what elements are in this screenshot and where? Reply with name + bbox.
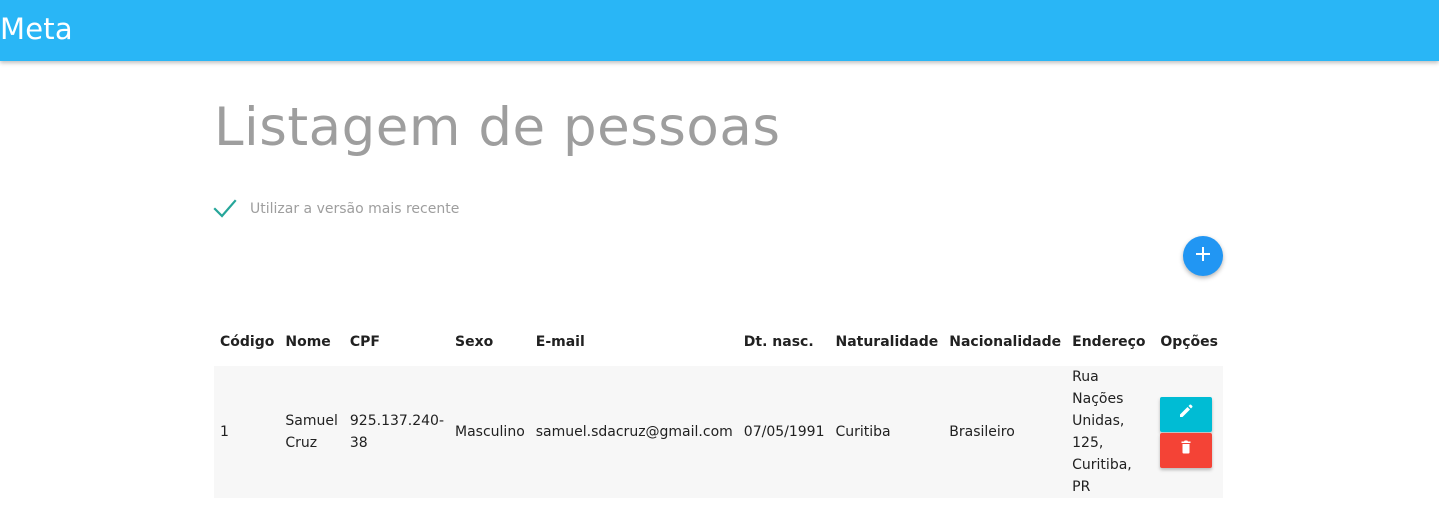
plus-icon bbox=[1194, 245, 1212, 267]
delete-button[interactable] bbox=[1160, 432, 1213, 468]
cell-endereco: Rua Nações Unidas, 125, Curitiba, PR bbox=[1072, 369, 1132, 495]
cell-codigo: 1 bbox=[220, 424, 229, 440]
header-dt-nasc: Dt. nasc. bbox=[743, 334, 814, 350]
cell-naturalidade: Curitiba bbox=[835, 424, 891, 440]
table-header-row: Código Nome CPF Sexo E-mail Dt. nasc. Na… bbox=[214, 318, 1223, 366]
use-latest-version-checkbox[interactable]: Utilizar a versão mais recente bbox=[212, 196, 459, 222]
pencil-icon bbox=[1178, 403, 1194, 426]
brand-title[interactable]: Meta bbox=[0, 11, 73, 47]
top-app-bar: Meta bbox=[0, 0, 1439, 61]
header-email: E-mail bbox=[535, 334, 585, 350]
checkbox-label[interactable]: Utilizar a versão mais recente bbox=[250, 201, 459, 217]
header-nacionalidade: Nacionalidade bbox=[949, 334, 1062, 350]
cell-opcoes bbox=[1154, 366, 1223, 498]
people-table: Código Nome CPF Sexo E-mail Dt. nasc. Na… bbox=[214, 318, 1223, 498]
cell-dt-nasc: 07/05/1991 bbox=[743, 424, 825, 440]
edit-button[interactable] bbox=[1160, 396, 1213, 432]
add-person-button[interactable] bbox=[1183, 236, 1223, 276]
header-endereco: Endereço bbox=[1072, 334, 1146, 350]
header-opcoes: Opções bbox=[1160, 334, 1218, 350]
cell-email: samuel.sdacruz@gmail.com bbox=[535, 424, 733, 440]
cell-nome: Samuel Cruz bbox=[285, 413, 338, 451]
check-icon[interactable] bbox=[212, 196, 238, 222]
cell-nacionalidade: Brasileiro bbox=[949, 424, 1015, 440]
header-sexo: Sexo bbox=[455, 334, 494, 350]
header-codigo: Código bbox=[220, 334, 275, 350]
cell-sexo: Masculino bbox=[455, 424, 525, 440]
table-row: 1 Samuel Cruz 925.137.240-38 Masculino s… bbox=[214, 366, 1223, 498]
header-cpf: CPF bbox=[349, 334, 380, 350]
cell-cpf: 925.137.240-38 bbox=[349, 413, 445, 451]
header-naturalidade: Naturalidade bbox=[835, 334, 939, 350]
header-nome: Nome bbox=[285, 334, 331, 350]
trash-icon bbox=[1178, 439, 1194, 462]
page-title: Listagem de pessoas bbox=[214, 97, 781, 158]
